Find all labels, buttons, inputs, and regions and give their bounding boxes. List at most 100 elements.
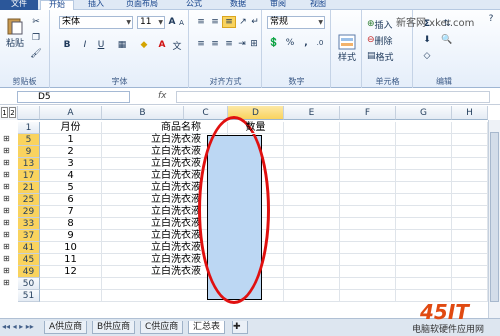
cell-month[interactable]: 3: [40, 158, 102, 170]
underline-button[interactable]: U: [95, 38, 107, 52]
tab-formulas[interactable]: 公式: [186, 0, 202, 10]
column-header-h[interactable]: H: [452, 106, 488, 120]
grid-cell[interactable]: [340, 146, 396, 158]
insert-function-button[interactable]: fx: [158, 91, 167, 101]
cell-month[interactable]: 4: [40, 170, 102, 182]
wrap-text-icon[interactable]: ↵: [250, 16, 260, 28]
grid-cell[interactable]: [396, 182, 452, 194]
grid-cell[interactable]: [452, 122, 488, 134]
row-header[interactable]: 1: [18, 122, 40, 134]
grid-cell[interactable]: [452, 206, 488, 218]
align-left-icon[interactable]: ≡: [194, 38, 208, 50]
sheet-tab-b[interactable]: B供应商: [92, 321, 136, 334]
format-cells-button[interactable]: ▤ 格式: [367, 50, 411, 63]
tab-data[interactable]: 数据: [230, 0, 246, 10]
grid-cell[interactable]: [396, 218, 452, 230]
grid-cell[interactable]: [284, 134, 340, 146]
grid-cell[interactable]: [452, 194, 488, 206]
cell-product[interactable]: 商品名称: [102, 122, 228, 134]
outline-level-2-button[interactable]: 2: [9, 107, 16, 118]
grid-cell[interactable]: [452, 218, 488, 230]
styles-button[interactable]: 样式: [334, 30, 360, 66]
decimal-icon[interactable]: .0: [313, 36, 327, 50]
row-header[interactable]: 13: [18, 158, 40, 170]
grid-cell[interactable]: [284, 266, 340, 278]
grid-cell[interactable]: [340, 278, 396, 290]
grid-cell[interactable]: [396, 242, 452, 254]
scrollbar-thumb[interactable]: [490, 132, 499, 302]
sheet-nav-arrows[interactable]: ◂◂ ◂ ▸ ▸▸: [2, 322, 34, 331]
row-header[interactable]: 41: [18, 242, 40, 254]
column-header-e[interactable]: E: [284, 106, 340, 120]
row-header[interactable]: 25: [18, 194, 40, 206]
cell-month[interactable]: 2: [40, 146, 102, 158]
row-header[interactable]: 51: [18, 290, 40, 302]
grid-cell[interactable]: [284, 146, 340, 158]
grid-cell[interactable]: [396, 254, 452, 266]
grid-cell[interactable]: [396, 278, 452, 290]
column-header-b[interactable]: B: [102, 106, 184, 120]
grid-cell[interactable]: [452, 134, 488, 146]
row-header[interactable]: 29: [18, 206, 40, 218]
grid-cell[interactable]: [340, 122, 396, 134]
row-header[interactable]: 37: [18, 230, 40, 242]
cell-month[interactable]: 10: [40, 242, 102, 254]
align-middle-icon[interactable]: ≡: [208, 16, 222, 28]
number-format-select[interactable]: 常规 ▼: [267, 16, 325, 29]
grid-cell[interactable]: [340, 182, 396, 194]
grid-cell[interactable]: [396, 230, 452, 242]
grid-cell[interactable]: [452, 254, 488, 266]
fill-color-icon[interactable]: ◆: [137, 38, 151, 52]
grid-cell[interactable]: [284, 158, 340, 170]
grid-cell[interactable]: [452, 146, 488, 158]
cell-month[interactable]: [40, 278, 102, 290]
outline-expand-icon[interactable]: ⊞: [3, 134, 10, 143]
grid-cell[interactable]: [340, 134, 396, 146]
outline-expand-icon[interactable]: ⊞: [3, 218, 10, 227]
grid-cell[interactable]: [340, 242, 396, 254]
tab-review[interactable]: 审阅: [270, 0, 286, 10]
orientation-icon[interactable]: ↗: [236, 16, 250, 28]
percent-button[interactable]: %: [283, 36, 297, 50]
grid-cell[interactable]: [284, 278, 340, 290]
font-color-button[interactable]: A: [155, 38, 169, 52]
grid-cell[interactable]: [396, 146, 452, 158]
tab-view[interactable]: 视图: [310, 0, 326, 10]
tab-home[interactable]: 开始: [40, 0, 74, 10]
align-center-icon[interactable]: ≡: [208, 38, 222, 50]
cell-month[interactable]: 8: [40, 218, 102, 230]
grid-cell[interactable]: [340, 230, 396, 242]
grid-cell[interactable]: [284, 254, 340, 266]
currency-icon[interactable]: 💲: [267, 36, 281, 50]
grid-cell[interactable]: [452, 230, 488, 242]
outline-expand-icon[interactable]: ⊞: [3, 158, 10, 167]
grid-cell[interactable]: [396, 134, 452, 146]
new-sheet-icon[interactable]: ✚: [232, 321, 248, 334]
paste-button[interactable]: 粘贴: [4, 14, 26, 50]
bold-button[interactable]: B: [61, 38, 73, 52]
outline-expand-icon[interactable]: ⊞: [3, 254, 10, 263]
row-header[interactable]: 17: [18, 170, 40, 182]
grid-cell[interactable]: [284, 230, 340, 242]
outline-expand-icon[interactable]: ⊞: [3, 242, 10, 251]
column-header-a[interactable]: A: [40, 106, 102, 120]
grid-cell[interactable]: [396, 122, 452, 134]
grid-cell[interactable]: [396, 170, 452, 182]
fill-icon[interactable]: ⬇: [420, 34, 434, 46]
comma-button[interactable]: ,: [299, 36, 313, 50]
find-select-icon[interactable]: 🔍: [440, 34, 454, 46]
grid-cell[interactable]: [452, 278, 488, 290]
grid-cell[interactable]: [452, 242, 488, 254]
help-icon[interactable]: ?: [486, 14, 496, 24]
grid-cell[interactable]: [340, 254, 396, 266]
align-bottom-icon[interactable]: ≡: [222, 16, 236, 28]
sheet-tab-summary[interactable]: 汇总表: [188, 321, 226, 334]
grid-cell[interactable]: [284, 194, 340, 206]
sheet-tab-a[interactable]: A供应商: [44, 321, 88, 334]
grid-cell[interactable]: [340, 290, 396, 302]
cell-month[interactable]: 5: [40, 182, 102, 194]
grid-cell[interactable]: [340, 266, 396, 278]
column-header-g[interactable]: G: [396, 106, 452, 120]
cell-month[interactable]: 11: [40, 254, 102, 266]
outline-expand-icon[interactable]: ⊞: [3, 146, 10, 155]
